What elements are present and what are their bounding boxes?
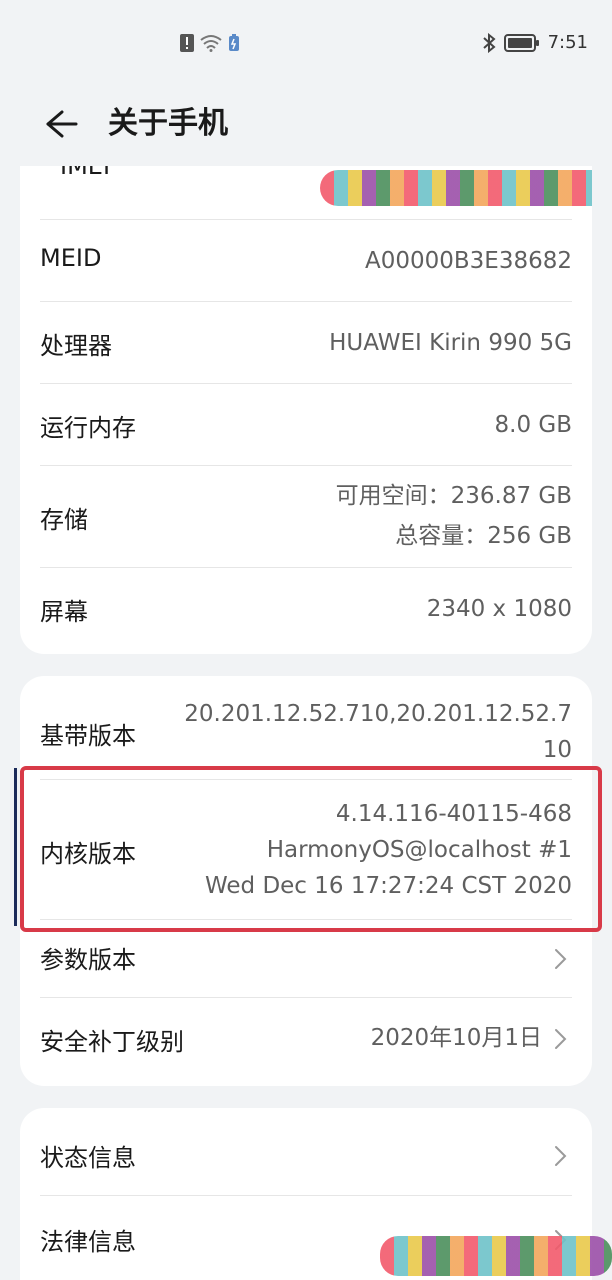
legal-info-label: 法律信息 [40,1228,136,1256]
chevron-right-icon [555,1146,567,1166]
storage-available-value: 可用空间：236.87 GB [335,483,572,509]
ram-label: 运行内存 [40,414,136,442]
security-patch-value: 2020年10月1日 [370,1025,542,1051]
security-patch-label: 安全补丁级别 [40,1028,184,1056]
status-time: 7:51 [547,32,588,53]
status-right-icons: 7:51 [482,32,588,53]
bluetooth-icon [482,32,496,53]
back-arrow-icon[interactable] [40,104,80,144]
meid-row[interactable]: MEID A00000B3E38682 [40,220,572,302]
screen-label: 屏幕 [40,598,88,626]
processor-row[interactable]: 处理器 HUAWEI Kirin 990 5G [40,302,572,384]
chevron-right-icon [555,1029,567,1049]
processor-label: 处理器 [40,332,112,360]
status-info-row[interactable]: 状态信息 [40,1108,572,1196]
security-patch-row[interactable]: 安全补丁级别 2020年10月1日 [40,998,572,1080]
storage-total-value: 总容量：256 GB [395,523,572,549]
storage-label: 存储 [40,506,88,534]
meid-value: A00000B3E38682 [364,248,572,274]
ram-value: 8.0 GB [494,412,573,438]
storage-row[interactable]: 存储 可用空间：236.87 GB 总容量：256 GB [40,466,572,568]
baseband-value-line1: 20.201.12.52.710,20.201.12.52.7 [184,701,572,727]
annotation-left-mark [14,768,17,926]
redaction-mark [320,170,592,206]
notification-icon [180,34,194,52]
screen-value: 2340 x 1080 [426,596,572,622]
status-left-icons [180,34,240,52]
device-info-card: IMEI MEID A00000B3E38682 处理器 HUAWEI Kiri… [20,166,592,654]
redaction-mark [380,1236,612,1276]
battery-saver-icon [229,34,239,51]
status-info-label: 状态信息 [40,1144,136,1172]
processor-value: HUAWEI Kirin 990 5G [329,330,572,356]
chevron-right-icon [555,949,567,969]
imei-label: IMEI [60,166,111,180]
header: 关于手机 [0,92,612,156]
page-title: 关于手机 [108,106,228,141]
status-bar: 7:51 [0,0,612,88]
ram-row[interactable]: 运行内存 8.0 GB [40,384,572,466]
screen-row[interactable]: 屏幕 2340 x 1080 [40,568,572,650]
wifi-icon [200,35,222,52]
parameter-version-label: 参数版本 [40,946,136,974]
baseband-row[interactable]: 基带版本 20.201.12.52.710,20.201.12.52.7 10 [40,676,572,780]
baseband-value-line2: 10 [542,737,572,763]
meid-label: MEID [40,244,102,272]
baseband-label: 基带版本 [40,722,136,750]
annotation-highlight-box [20,766,602,932]
battery-icon [503,33,539,52]
